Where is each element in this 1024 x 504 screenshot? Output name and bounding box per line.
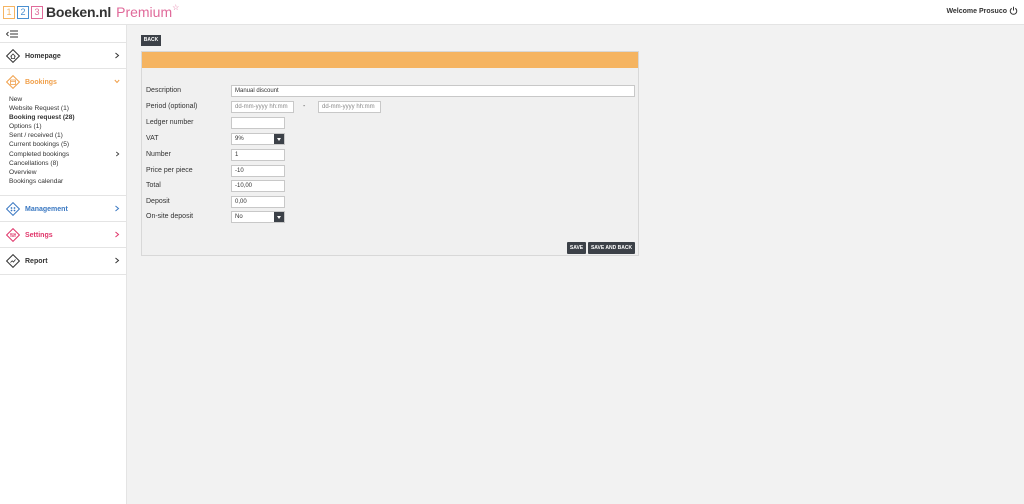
chevron-right-icon — [115, 257, 120, 264]
number-label: Number — [146, 151, 171, 158]
vat-value: 9% — [235, 136, 244, 142]
power-icon[interactable] — [1009, 6, 1018, 15]
logo-digit-1: 1 — [3, 5, 15, 19]
submenu-cancellations[interactable]: Cancellations (8) — [9, 159, 127, 168]
period-to-input[interactable]: dd-mm-yyyy hh:mm — [318, 101, 381, 113]
nav-label-report: Report — [25, 257, 48, 265]
chevron-right-icon — [115, 231, 120, 238]
nav-label-bookings: Bookings — [25, 78, 57, 86]
top-header: 1 2 3 Boeken.nl Premium ☆ Welcome Prosuc… — [0, 0, 1024, 25]
nav-homepage[interactable]: Homepage — [0, 42, 127, 69]
total-label: Total — [146, 182, 161, 189]
back-button[interactable]: BACK — [141, 35, 161, 46]
submenu-options[interactable]: Options (1) — [9, 122, 127, 131]
onsite-deposit-value: No — [235, 214, 243, 220]
chevron-right-icon — [115, 52, 120, 59]
nav-settings[interactable]: Settings — [0, 221, 127, 248]
vat-label: VAT — [146, 135, 159, 142]
panel-header — [142, 52, 638, 68]
period-from-input[interactable]: dd-mm-yyyy hh:mm — [231, 101, 294, 113]
nav-label-settings: Settings — [25, 231, 53, 239]
save-and-back-button[interactable]: SAVE AND BACK — [588, 242, 635, 254]
submenu-website-request[interactable]: Website Request (1) — [9, 104, 127, 113]
chevron-down-icon — [274, 212, 284, 222]
deposit-label: Deposit — [146, 198, 170, 205]
onsite-deposit-select[interactable]: No — [231, 211, 285, 223]
app-logo[interactable]: 1 2 3 Boeken.nl Premium ☆ — [3, 2, 180, 20]
logo-digit-3: 3 — [31, 5, 43, 19]
sidebar: Homepage Bookings New Website Request (1… — [0, 25, 127, 504]
chevron-right-icon — [115, 151, 120, 156]
nav-bookings[interactable]: Bookings New Website Request (1) Booking… — [0, 68, 127, 192]
save-button[interactable]: SAVE — [567, 242, 586, 254]
settings-icon — [6, 228, 20, 242]
vat-select[interactable]: 9% — [231, 133, 285, 145]
logo-premium: Premium — [116, 4, 173, 20]
period-separator: - — [303, 103, 306, 110]
management-icon — [6, 202, 20, 216]
total-input[interactable]: -10,00 — [231, 180, 285, 192]
description-label: Description — [146, 87, 182, 94]
submenu-current-bookings[interactable]: Current bookings (5) — [9, 140, 127, 149]
submenu-completed-label: Completed bookings — [9, 150, 70, 158]
chevron-down-icon — [114, 79, 120, 84]
description-input[interactable]: Manual discount — [231, 85, 635, 97]
number-input[interactable]: 1 — [231, 149, 285, 161]
nav-label-management: Management — [25, 205, 68, 213]
welcome-text: Welcome Prosuco — [946, 8, 1007, 15]
ledger-label: Ledger number — [146, 119, 194, 126]
submenu-sent-received[interactable]: Sent / received (1) — [9, 131, 127, 140]
star-icon: ☆ — [172, 2, 180, 12]
report-icon — [6, 254, 20, 268]
bookings-icon — [6, 75, 20, 89]
onsite-deposit-label: On-site deposit — [146, 213, 194, 220]
menu-toggle-icon[interactable] — [6, 30, 18, 38]
logo-text: Boeken.nl — [46, 4, 112, 20]
deposit-input[interactable]: 0,00 — [231, 196, 285, 208]
submenu-overview[interactable]: Overview — [9, 168, 127, 177]
ledger-input[interactable] — [231, 117, 285, 129]
submenu-completed-bookings[interactable]: Completed bookings — [9, 150, 127, 159]
logo-digit-2: 2 — [17, 5, 29, 19]
submenu-booking-request[interactable]: Booking request (28) — [9, 113, 127, 122]
form-panel: Description Manual discount Period (opti… — [141, 51, 639, 256]
chevron-right-icon — [115, 205, 120, 212]
nav-report[interactable]: Report — [0, 247, 127, 275]
nav-label-homepage: Homepage — [25, 52, 61, 60]
submenu-bookings-calendar[interactable]: Bookings calendar — [9, 177, 127, 186]
chevron-down-icon — [274, 134, 284, 144]
nav-management[interactable]: Management — [0, 195, 127, 222]
bookings-submenu: New Website Request (1) Booking request … — [0, 95, 127, 192]
home-icon — [6, 49, 20, 63]
submenu-new[interactable]: New — [9, 95, 127, 104]
period-label: Period (optional) — [146, 103, 198, 110]
price-label: Price per piece — [146, 167, 193, 174]
price-input[interactable]: -10 — [231, 165, 285, 177]
